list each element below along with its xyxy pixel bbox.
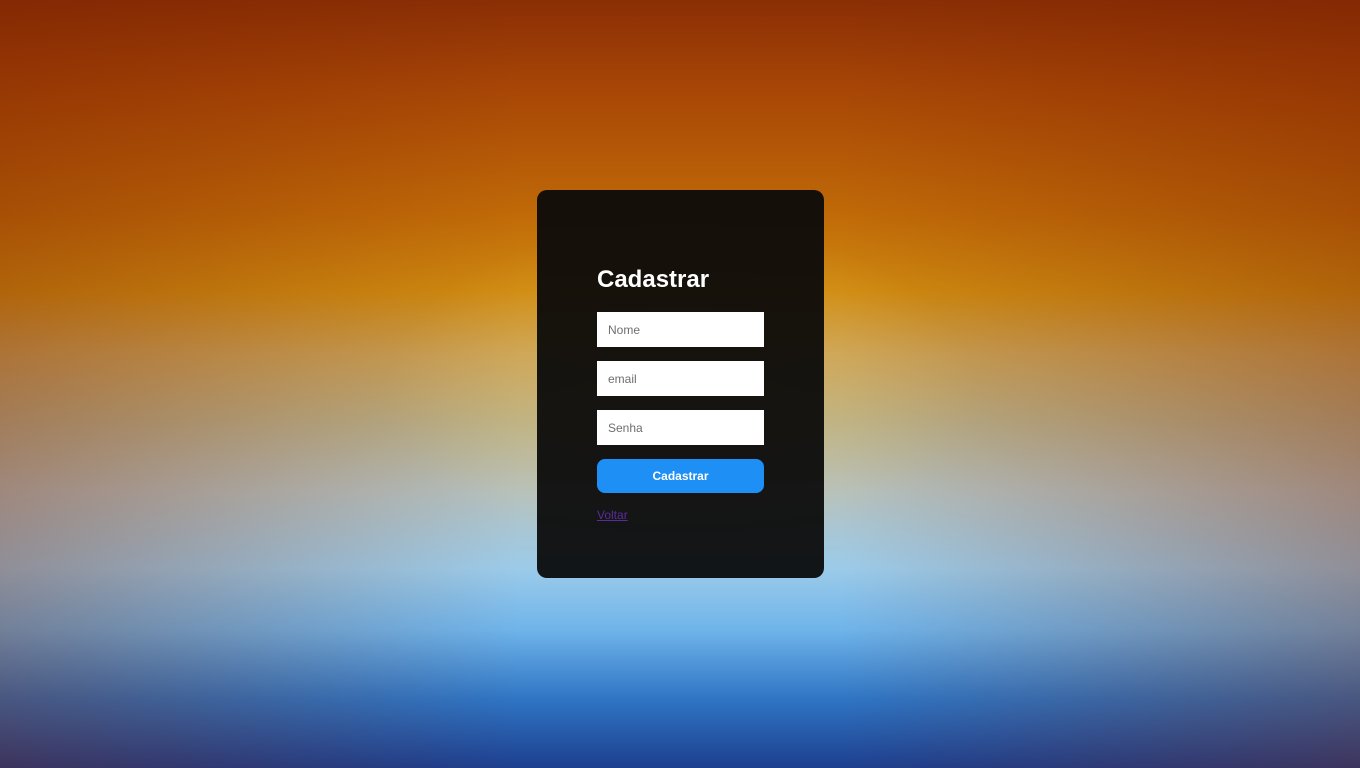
background-vignette-right [840,0,1360,768]
name-input[interactable] [597,312,764,347]
register-card: Cadastrar Cadastrar Voltar [537,190,824,578]
register-button[interactable]: Cadastrar [597,459,764,493]
password-input[interactable] [597,410,764,445]
background-vignette-left [0,0,520,768]
back-link[interactable]: Voltar [597,508,628,522]
form-title: Cadastrar [597,266,710,293]
register-form: Cadastrar Cadastrar Voltar [597,264,764,524]
email-input[interactable] [597,361,764,396]
